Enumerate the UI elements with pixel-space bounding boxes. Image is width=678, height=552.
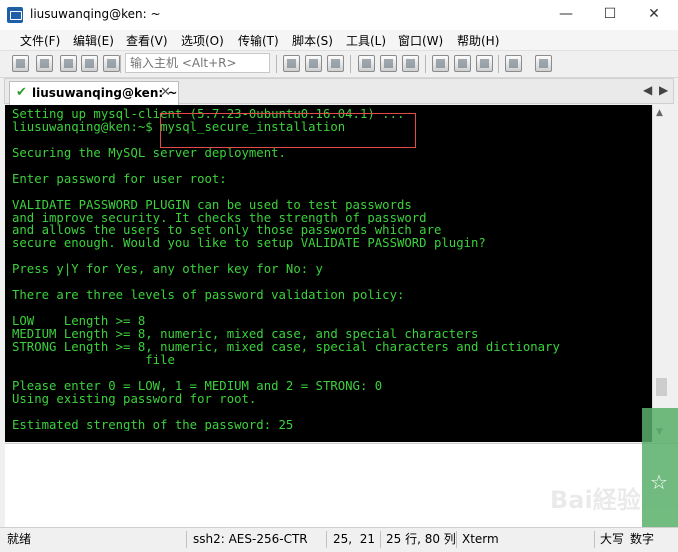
menu-transfer[interactable]: 传输(T)	[238, 32, 279, 49]
status-separator	[326, 531, 327, 548]
terminal-line: VALIDATE PASSWORD PLUGIN can be used to …	[12, 198, 412, 212]
disconnect-icon[interactable]	[103, 55, 120, 72]
toolbar-separator	[350, 55, 351, 73]
terminal-scrollbar[interactable]: ▲ ▼	[652, 105, 670, 442]
menu-options[interactable]: 选项(O)	[181, 32, 224, 49]
terminal-line: and improve security. It checks the stre…	[12, 211, 427, 225]
scrollbar-thumb[interactable]	[656, 378, 667, 396]
find-icon[interactable]	[327, 55, 344, 72]
status-size: 25 行, 80 列	[386, 532, 456, 546]
status-separator	[594, 531, 595, 548]
maximize-button[interactable]: ☐	[590, 0, 630, 30]
status-separator	[186, 531, 187, 548]
status-ready: 就绪	[7, 532, 32, 546]
minimize-button[interactable]: —	[546, 0, 586, 30]
menu-edit[interactable]: 编辑(E)	[73, 32, 114, 49]
terminal-line: Securing the MySQL server deployment.	[12, 146, 286, 160]
new-session-icon[interactable]	[60, 55, 77, 72]
help-icon[interactable]	[505, 55, 522, 72]
command-highlight-box	[160, 113, 416, 148]
terminal-line: Using existing password for root.	[12, 392, 257, 406]
sftp-icon[interactable]	[380, 55, 397, 72]
paste-icon[interactable]	[305, 55, 322, 72]
scroll-up-icon[interactable]: ▲	[656, 108, 663, 118]
copy-icon[interactable]	[283, 55, 300, 72]
terminal-output: Setting up mysql-client (5.7.23-0ubuntu0…	[12, 108, 652, 431]
status-separator	[456, 531, 457, 548]
connected-check-icon: ✔	[16, 85, 27, 100]
tab-session[interactable]: ✔ liusuwanqing@ken: ~ ✕	[9, 81, 179, 105]
toolbar	[0, 51, 678, 78]
status-terminal-type: Xterm	[462, 532, 499, 546]
toolbar-separator	[276, 55, 277, 73]
map-icon[interactable]	[535, 55, 552, 72]
status-bar: 就绪 ssh2: AES-256-CTR 25, 21 25 行, 80 列 X…	[0, 527, 678, 552]
side-decoration	[642, 408, 678, 527]
print-icon[interactable]	[358, 55, 375, 72]
menu-tools[interactable]: 工具(L)	[346, 32, 386, 49]
terminal-line: LOW Length >= 8	[12, 315, 146, 328]
quick-connect-icon[interactable]	[36, 55, 53, 72]
securecrt-app-icon	[7, 7, 23, 23]
print-setup-icon[interactable]	[402, 55, 419, 72]
terminal-line: and allows the users to set only those p…	[12, 224, 442, 238]
terminal-line: MEDIUM Length >= 8, numeric, mixed case,…	[12, 327, 479, 341]
terminal-line: There are three levels of password valid…	[12, 289, 405, 303]
settings-icon[interactable]	[432, 55, 449, 72]
host-input[interactable]	[125, 53, 270, 73]
status-caps: 大写	[600, 532, 625, 546]
status-cursor: 25, 21	[333, 532, 375, 546]
menu-bar: 文件(F) 编辑(E) 查看(V) 选项(O) 传输(T) 脚本(S) 工具(L…	[0, 30, 678, 51]
menu-file[interactable]: 文件(F)	[20, 32, 60, 49]
toolbar-separator	[425, 55, 426, 73]
window-title: liusuwanqing@ken: ~	[30, 7, 161, 21]
menu-view[interactable]: 查看(V)	[126, 32, 168, 49]
menu-script[interactable]: 脚本(S)	[292, 32, 333, 49]
tools-icon[interactable]	[454, 55, 471, 72]
reconnect-icon[interactable]	[81, 55, 98, 72]
terminal-line: secure enough. Would you like to setup V…	[12, 237, 486, 251]
terminal-line: Please enter 0 = LOW, 1 = MEDIUM and 2 =…	[12, 379, 383, 393]
key-icon[interactable]	[476, 55, 493, 72]
status-separator	[380, 531, 381, 548]
toolbar-separator	[498, 55, 499, 73]
status-cipher: ssh2: AES-256-CTR	[193, 532, 308, 546]
connect-icon[interactable]	[12, 55, 29, 72]
watermark-logo: Bai経验	[550, 486, 641, 514]
terminal-line: Press y|Y for Yes, any other key for No:…	[12, 263, 323, 277]
terminal-line: Estimated strength of the password: 25	[12, 418, 294, 432]
menu-window[interactable]: 窗口(W)	[398, 32, 443, 49]
tab-close-icon[interactable]: ✕	[160, 85, 171, 100]
tab-label: liusuwanqing@ken: ~	[32, 86, 178, 100]
close-window-button[interactable]: ✕	[634, 0, 674, 30]
session-tab-bar: ✔ liusuwanqing@ken: ~ ✕ ◀ ▶	[4, 78, 674, 105]
terminal-view[interactable]: Setting up mysql-client (5.7.23-0ubuntu0…	[5, 105, 670, 442]
menu-help[interactable]: 帮助(H)	[457, 32, 499, 49]
terminal-line: STRONG Length >= 8, numeric, mixed case,…	[12, 340, 560, 354]
toolbar-separator	[120, 55, 121, 73]
tab-scroll-right-icon[interactable]: ▶	[659, 83, 668, 97]
title-bar: liusuwanqing@ken: ~ — ☐ ✕	[0, 0, 678, 31]
tab-scroll-left-icon[interactable]: ◀	[643, 83, 652, 97]
status-num: 数字	[630, 532, 655, 546]
terminal-line: file	[12, 353, 175, 367]
terminal-line: Enter password for user root:	[12, 172, 227, 186]
